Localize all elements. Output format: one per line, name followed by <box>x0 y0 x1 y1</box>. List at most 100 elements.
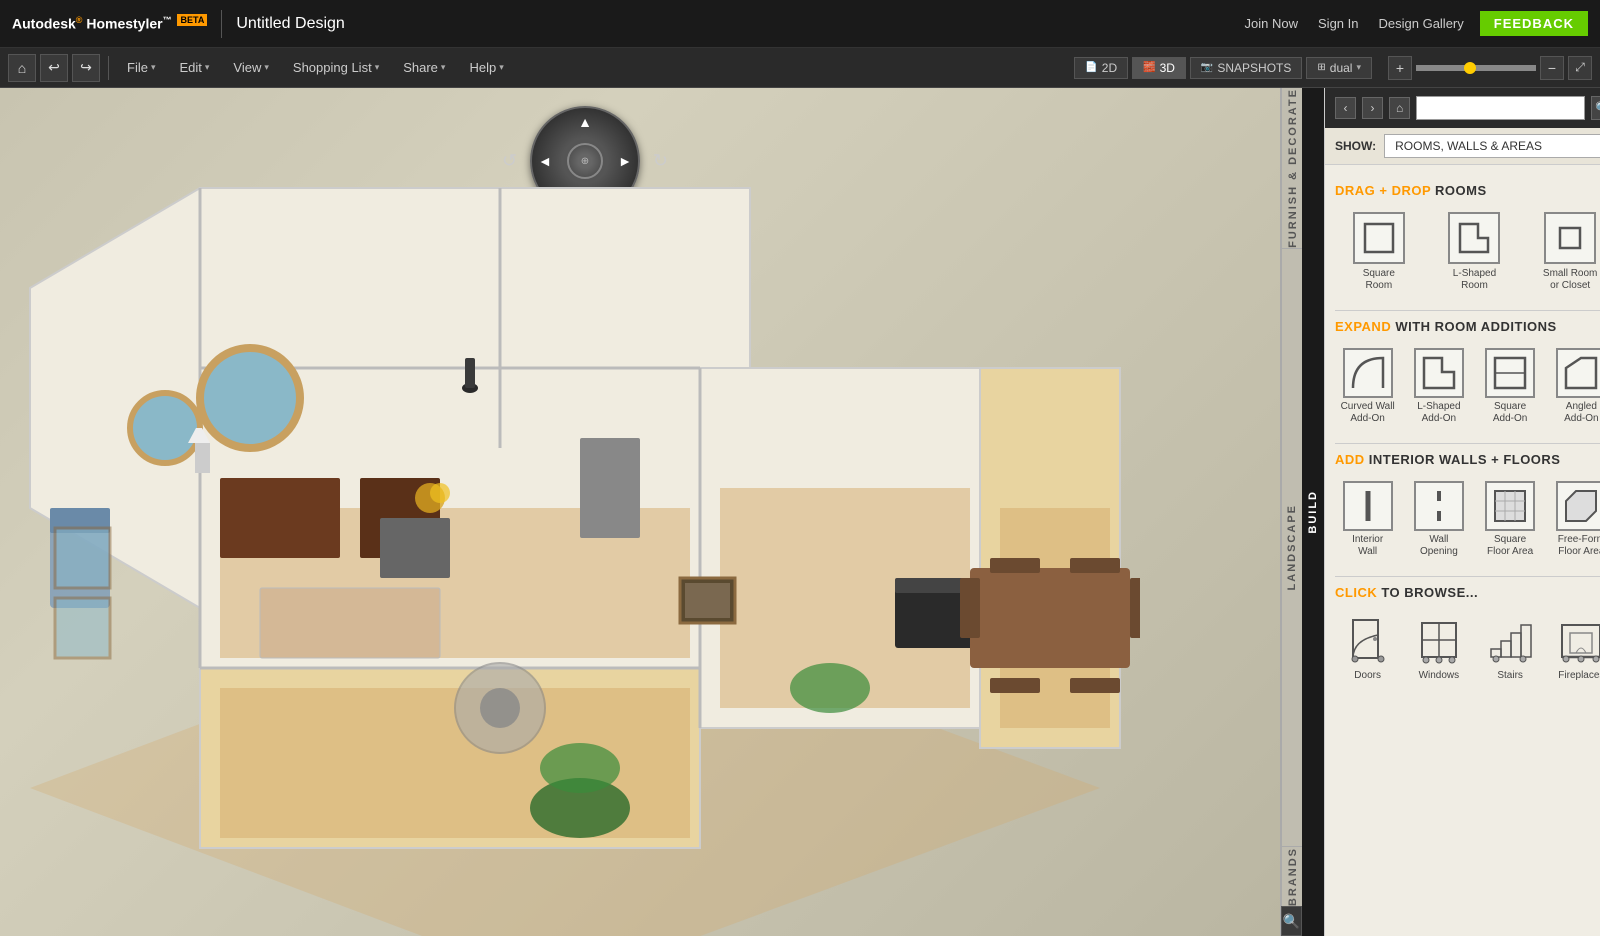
app-logo: Autodesk® Homestyler™ BETA <box>12 15 207 32</box>
interior-wall-label: InteriorWall <box>1352 534 1383 558</box>
room-shapes-grid: SquareRoom L-ShapedRoom <box>1335 208 1600 296</box>
top-nav-links: Join Now Sign In Design Gallery <box>1245 16 1464 31</box>
square-floor-label: SquareFloor Area <box>1487 534 1533 558</box>
right-panel: ‹ › ⌂ 🔍 SHOW: ROOMS, WALLS & AREAS ALL R… <box>1324 88 1600 936</box>
zoom-slider[interactable] <box>1416 65 1536 71</box>
square-floor-item[interactable]: SquareFloor Area <box>1478 477 1543 562</box>
zoom-in-button[interactable]: + <box>1388 56 1412 80</box>
walls-grid: InteriorWall WallOpening <box>1335 477 1600 562</box>
l-shaped-addon-icon <box>1414 348 1464 398</box>
design-title: Untitled Design <box>236 15 345 33</box>
undo-button[interactable]: ↩ <box>40 54 68 82</box>
stairs-icon <box>1484 614 1536 666</box>
doors-browse-item[interactable]: Doors <box>1335 610 1400 685</box>
shopping-list-menu[interactable]: Shopping List ▾ <box>283 56 389 79</box>
zoom-out-button[interactable]: − <box>1540 56 1564 80</box>
zoom-handle[interactable] <box>1464 62 1476 74</box>
curved-wall-icon <box>1343 348 1393 398</box>
fireplaces-browse-item[interactable]: Fireplaces <box>1549 610 1600 685</box>
panel-search-button[interactable]: 🔍 <box>1591 96 1600 120</box>
snapshots-button[interactable]: 📷 SNAPSHOTS <box>1190 57 1302 79</box>
square-room-label: SquareRoom <box>1363 268 1395 292</box>
home-button[interactable]: ⌂ <box>8 54 36 82</box>
small-room-label: Small Roomor Closet <box>1543 268 1597 292</box>
angled-addon-icon <box>1556 348 1600 398</box>
view-menu[interactable]: View ▾ <box>223 56 278 79</box>
sign-in-link[interactable]: Sign In <box>1318 16 1358 31</box>
feedback-button[interactable]: FEEDBACK <box>1480 11 1588 36</box>
angled-addon-label: AngledAdd-On <box>1564 401 1598 425</box>
panel-forward-button[interactable]: › <box>1362 97 1383 119</box>
l-shaped-addon-label: L-ShapedAdd-On <box>1417 401 1460 425</box>
interior-wall-icon <box>1343 481 1393 531</box>
wall-opening-icon <box>1414 481 1464 531</box>
panel-back-button[interactable]: ‹ <box>1335 97 1356 119</box>
freeform-floor-label: Free-FormFloor Area <box>1558 534 1600 558</box>
main-content: ▲ ▼ ◄ ► ⊕ ↺ ↻ <box>0 88 1600 936</box>
house-3d-view <box>0 88 1280 936</box>
right-panel-wrapper: FURNISH & DECORATE LANDSCAPE BRANDS 🔍 BU… <box>1280 88 1600 936</box>
windows-label: Windows <box>1419 670 1460 681</box>
side-tabs-container: FURNISH & DECORATE LANDSCAPE BRANDS 🔍 <box>1280 88 1302 936</box>
windows-icon <box>1413 614 1465 666</box>
curved-wall-item[interactable]: Curved WallAdd-On <box>1335 344 1400 429</box>
square-room-icon <box>1353 212 1405 264</box>
menu-separator <box>108 56 109 80</box>
canvas-area[interactable]: ▲ ▼ ◄ ► ⊕ ↺ ↻ <box>0 88 1280 936</box>
2d-view-button[interactable]: 📄 2D <box>1074 57 1128 79</box>
design-gallery-link[interactable]: Design Gallery <box>1379 16 1464 31</box>
windows-browse-item[interactable]: Windows <box>1406 610 1471 685</box>
stairs-label: Stairs <box>1497 670 1523 681</box>
redo-button[interactable]: ↪ <box>72 54 100 82</box>
l-shaped-addon-item[interactable]: L-ShapedAdd-On <box>1406 344 1471 429</box>
l-shaped-room-icon <box>1448 212 1500 264</box>
view-modes: 📄 2D 🧱 3D 📷 SNAPSHOTS ⊞ dual ▾ <box>1074 57 1372 79</box>
section-browse-header: CLICK TO BROWSE... <box>1335 585 1600 600</box>
brands-tab[interactable]: BRANDS <box>1281 846 1303 906</box>
section-rooms-header: DRAG + DROP ROOMS <box>1335 183 1600 198</box>
square-floor-icon <box>1485 481 1535 531</box>
square-addon-item[interactable]: SquareAdd-On <box>1478 344 1543 429</box>
top-bar: Autodesk® Homestyler™ BETA Untitled Desi… <box>0 0 1600 48</box>
divider-2 <box>1335 443 1600 444</box>
show-select[interactable]: ROOMS, WALLS & AREAS ALL ROOMS ONLY <box>1384 134 1600 158</box>
wall-opening-label: WallOpening <box>1420 534 1458 558</box>
freeform-floor-item[interactable]: Free-FormFloor Area <box>1549 477 1600 562</box>
square-addon-icon <box>1485 348 1535 398</box>
panel-content: DRAG + DROP ROOMS SquareRoom <box>1325 165 1600 936</box>
fullscreen-button[interactable]: ⤢ <box>1568 56 1592 80</box>
build-tab[interactable]: BUILD <box>1302 88 1324 936</box>
panel-home-button[interactable]: ⌂ <box>1389 97 1410 119</box>
magnifier-btn[interactable]: 🔍 <box>1281 906 1302 936</box>
logo-divider <box>221 10 222 38</box>
fireplaces-label: Fireplaces <box>1558 670 1600 681</box>
interior-wall-item[interactable]: InteriorWall <box>1335 477 1400 562</box>
panel-header: ‹ › ⌂ 🔍 <box>1325 88 1600 128</box>
3d-view-button[interactable]: 🧱 3D <box>1132 57 1186 79</box>
square-addon-label: SquareAdd-On <box>1493 401 1527 425</box>
join-now-link[interactable]: Join Now <box>1245 16 1298 31</box>
help-menu[interactable]: Help ▾ <box>459 56 513 79</box>
furnish-decorate-tab[interactable]: FURNISH & DECORATE <box>1281 88 1303 248</box>
wall-opening-item[interactable]: WallOpening <box>1406 477 1471 562</box>
doors-label: Doors <box>1354 670 1381 681</box>
menu-bar: ⌂ ↩ ↪ File ▾ Edit ▾ View ▾ Shopping List… <box>0 48 1600 88</box>
small-room-icon <box>1544 212 1596 264</box>
dual-view-button[interactable]: ⊞ dual ▾ <box>1306 57 1372 79</box>
stairs-browse-item[interactable]: Stairs <box>1478 610 1543 685</box>
additions-grid: Curved WallAdd-On L-ShapedAdd-On <box>1335 344 1600 429</box>
share-menu[interactable]: Share ▾ <box>393 56 455 79</box>
panel-search-input[interactable] <box>1416 96 1585 120</box>
build-panel-section: BUILD ‹ › ⌂ 🔍 SHOW: ROOMS, WALLS & AREAS <box>1302 88 1600 936</box>
edit-menu[interactable]: Edit ▾ <box>169 56 219 79</box>
angled-addon-item[interactable]: AngledAdd-On <box>1549 344 1600 429</box>
small-room-item[interactable]: Small Roomor Closet <box>1526 208 1600 296</box>
show-label: SHOW: <box>1335 139 1376 153</box>
square-room-item[interactable]: SquareRoom <box>1335 208 1423 296</box>
file-menu[interactable]: File ▾ <box>117 56 165 79</box>
beta-badge: BETA <box>177 14 207 26</box>
landscape-tab[interactable]: LANDSCAPE <box>1281 248 1303 846</box>
l-shaped-room-item[interactable]: L-ShapedRoom <box>1431 208 1519 296</box>
browse-grid: Doors <box>1335 610 1600 685</box>
freeform-floor-icon <box>1556 481 1600 531</box>
